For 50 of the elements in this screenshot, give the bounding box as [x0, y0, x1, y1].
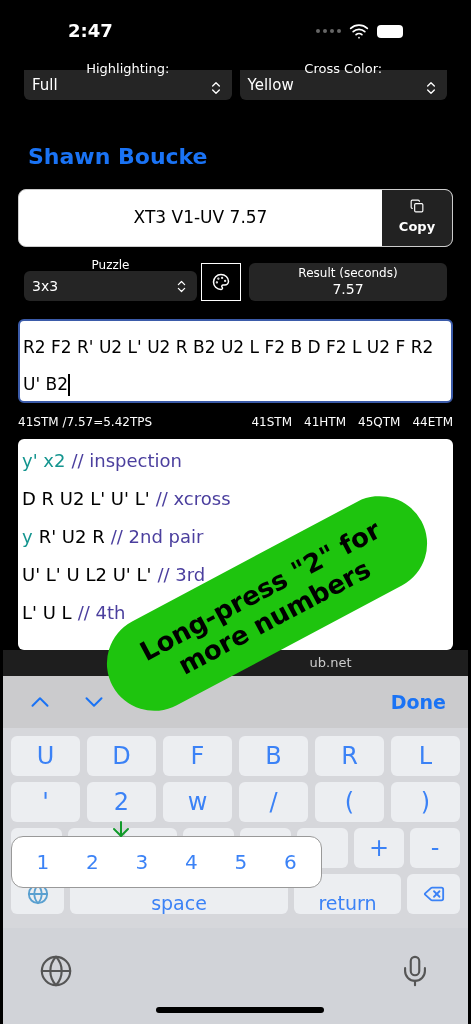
move-count: 44ETM [412, 414, 453, 431]
solution-text: y' x2 [22, 449, 66, 473]
tps-text: 41STM /7.57=5.42TPS [18, 414, 153, 431]
keyboard-key[interactable]: F [163, 736, 232, 776]
result-label: Result (seconds) [298, 265, 398, 281]
select-label: Highlighting: [85, 62, 171, 75]
keyboard-key[interactable]: ) [391, 782, 460, 822]
select-value: Full [32, 74, 58, 96]
scramble-title: XT3 V1-UV 7.57 [132, 206, 269, 230]
keyboard-key[interactable]: R [315, 736, 384, 776]
keyboard-key[interactable]: 2 [87, 782, 156, 822]
solution-text: y [22, 525, 33, 549]
solution-text: // 2nd pair [110, 525, 204, 549]
url-text: ub.net [309, 654, 352, 673]
result-field[interactable]: Result (seconds) 7.57 [249, 263, 447, 301]
done-button[interactable]: Done [390, 687, 446, 717]
select-label: Cross Color: [303, 62, 384, 75]
keyboard-key[interactable]: ' [11, 782, 80, 822]
keyboard-key[interactable]: L [391, 736, 460, 776]
select-field[interactable]: Highlighting: Full [24, 62, 232, 100]
copy-button[interactable]: Copy [382, 190, 452, 246]
solution-text: L' U L [22, 601, 72, 625]
keyboard-key[interactable]: D [87, 736, 156, 776]
number-option[interactable]: 1 [36, 847, 50, 877]
select-value: 3x3 [32, 276, 59, 296]
keyboard-key[interactable]: + [354, 828, 405, 868]
keyboard-key[interactable]: - [410, 828, 461, 868]
solution-text: // inspection [71, 449, 182, 473]
number-option[interactable]: 2 [85, 847, 99, 877]
solution-text: // xcross [155, 487, 231, 511]
number-option[interactable]: 3 [135, 847, 149, 877]
keyboard-key[interactable]: return [294, 874, 401, 914]
number-option[interactable]: 4 [184, 847, 198, 877]
select-value: Yellow [247, 74, 294, 96]
number-option[interactable]: 5 [234, 847, 248, 877]
number-option[interactable]: 6 [283, 847, 297, 877]
keyboard-key[interactable]: B [239, 736, 308, 776]
result-value: 7.57 [332, 280, 364, 299]
status-time: 2:47 [68, 19, 113, 43]
solver-name[interactable]: Shawn Boucke [0, 140, 471, 173]
select-label: Puzzle [90, 259, 131, 271]
move-count: 45QTM [358, 414, 401, 431]
keyboard-key[interactable]: w [163, 782, 232, 822]
move-count: 41HTM [304, 414, 347, 431]
scramble-input[interactable]: R2 F2 R' U2 L' U2 R B2 U2 L F2 B D F2 L U2 F R2 U' B2 [18, 319, 453, 403]
keyboard-key[interactable]: ( [315, 782, 384, 822]
move-count: 41STM [251, 414, 293, 431]
select-field[interactable]: Cross Color: Yellow [239, 62, 447, 100]
keyboard-key[interactable]: U [11, 736, 80, 776]
keyboard-key[interactable]: / [239, 782, 308, 822]
